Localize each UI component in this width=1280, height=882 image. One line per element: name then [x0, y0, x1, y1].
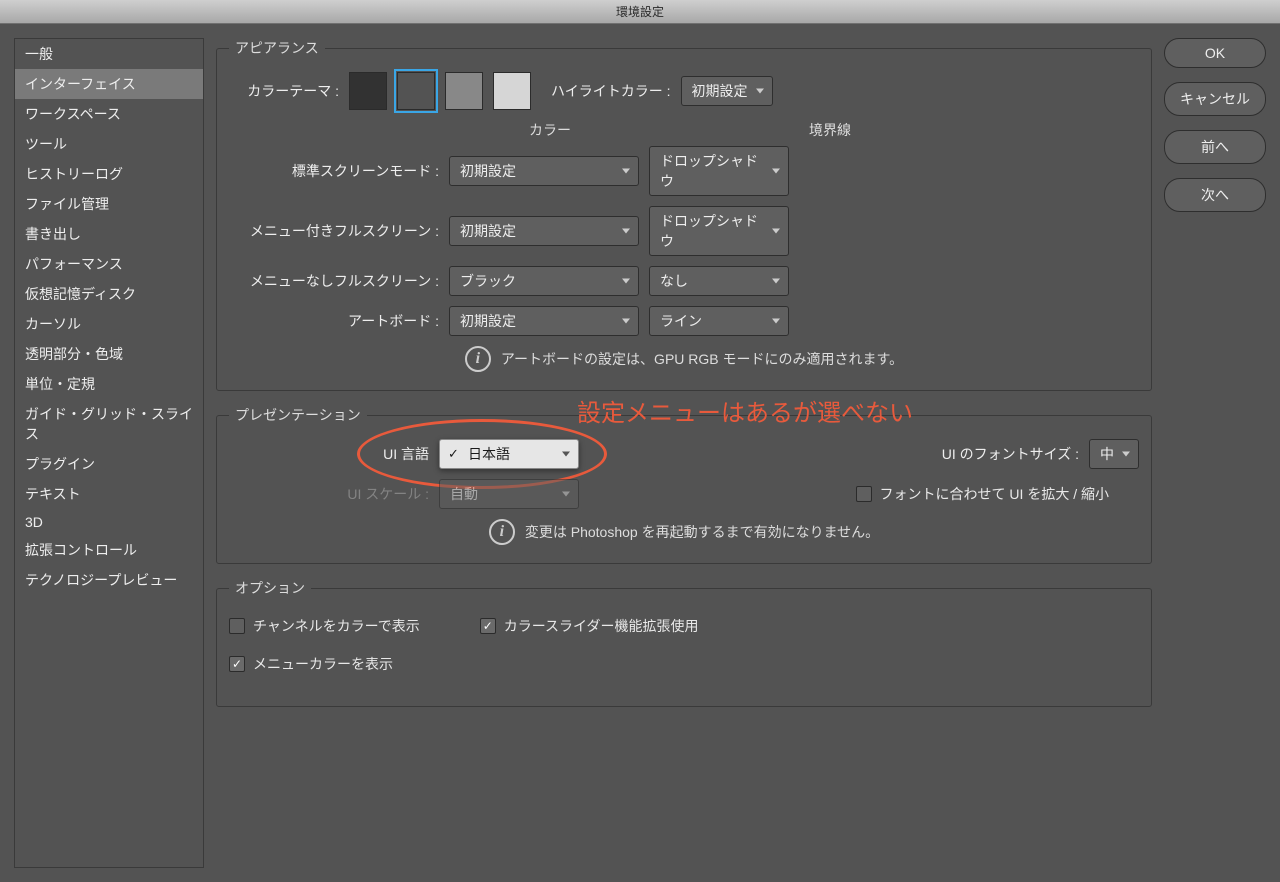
sidebar-item[interactable]: インターフェイス	[15, 69, 203, 99]
screen-mode-border-select[interactable]: ドロップシャドウ	[649, 206, 789, 256]
options-group: オプション チャンネルをカラーで表示 カラースライダー機能拡張使用 メニューカラ…	[216, 578, 1152, 707]
category-sidebar: 一般インターフェイスワークスペースツールヒストリーログファイル管理書き出しパフォ…	[14, 38, 204, 868]
color-theme-swatch[interactable]	[445, 72, 483, 110]
screen-mode-border-select[interactable]: ライン	[649, 306, 789, 336]
presentation-group: プレゼンテーション 設定メニューはあるが選べない UI 言語 日本語 UI のフ…	[216, 405, 1152, 564]
channel-color-label: チャンネルをカラーで表示	[253, 616, 420, 636]
screen-mode-label: メニュー付きフルスクリーン :	[229, 221, 439, 241]
highlight-color-select[interactable]: 初期設定	[681, 76, 773, 106]
info-icon: i	[489, 519, 515, 545]
ui-scale-select: 自動	[439, 479, 579, 509]
sidebar-item[interactable]: 仮想記憶ディスク	[15, 279, 203, 309]
sidebar-item[interactable]: 書き出し	[15, 219, 203, 249]
checkbox-icon	[229, 618, 245, 634]
sidebar-item[interactable]: ガイド・グリッド・スライス	[15, 399, 203, 449]
screen-mode-border-select[interactable]: ドロップシャドウ	[649, 146, 789, 196]
ui-font-size-label: UI のフォントサイズ :	[942, 444, 1079, 464]
color-slider-checkbox[interactable]: カラースライダー機能拡張使用	[480, 616, 699, 636]
cancel-button[interactable]: キャンセル	[1164, 82, 1266, 116]
info-icon: i	[465, 346, 491, 372]
color-theme-label: カラーテーマ :	[229, 81, 339, 101]
sidebar-item[interactable]: ファイル管理	[15, 189, 203, 219]
sidebar-item[interactable]: 一般	[15, 39, 203, 69]
sidebar-item[interactable]: 単位・定規	[15, 369, 203, 399]
screen-mode-color-select[interactable]: ブラック	[449, 266, 639, 296]
checkbox-icon	[480, 618, 496, 634]
screen-mode-label: メニューなしフルスクリーン :	[229, 271, 439, 291]
screen-mode-color-select[interactable]: 初期設定	[449, 216, 639, 246]
color-theme-swatch[interactable]	[493, 72, 531, 110]
scale-ui-to-font-label: フォントに合わせて UI を拡大 / 縮小	[880, 484, 1109, 504]
sidebar-item[interactable]: カーソル	[15, 309, 203, 339]
window-title: 環境設定	[616, 5, 664, 19]
color-theme-swatch[interactable]	[397, 72, 435, 110]
ui-language-label: UI 言語	[229, 444, 429, 464]
screen-mode-label: 標準スクリーンモード :	[229, 161, 439, 181]
checkbox-icon	[856, 486, 872, 502]
sidebar-item[interactable]: 3D	[15, 509, 203, 535]
restart-info-text: 変更は Photoshop を再起動するまで有効になりません。	[525, 522, 879, 542]
annotation-text: 設定メニューはあるが選べない	[577, 393, 913, 428]
options-legend: オプション	[229, 578, 311, 598]
ok-button[interactable]: OK	[1164, 38, 1266, 68]
sidebar-item[interactable]: テクノロジープレビュー	[15, 565, 203, 595]
checkbox-icon	[229, 656, 245, 672]
column-header-color: カラー	[455, 120, 645, 140]
color-slider-label: カラースライダー機能拡張使用	[504, 616, 699, 636]
sidebar-item[interactable]: ヒストリーログ	[15, 159, 203, 189]
presentation-legend: プレゼンテーション	[229, 405, 367, 425]
ui-scale-label: UI スケール :	[229, 484, 429, 504]
sidebar-item[interactable]: ツール	[15, 129, 203, 159]
screen-mode-border-select[interactable]: なし	[649, 266, 789, 296]
sidebar-item[interactable]: ワークスペース	[15, 99, 203, 129]
next-button[interactable]: 次へ	[1164, 178, 1266, 212]
color-theme-swatch[interactable]	[349, 72, 387, 110]
menu-color-label: メニューカラーを表示	[253, 654, 393, 674]
menu-color-checkbox[interactable]: メニューカラーを表示	[229, 654, 393, 674]
appearance-group: アピアランス カラーテーマ : ハイライトカラー : 初期設定 カラー 境界線 …	[216, 38, 1152, 391]
column-header-border: 境界線	[760, 120, 900, 140]
scale-ui-to-font-checkbox[interactable]: フォントに合わせて UI を拡大 / 縮小	[856, 484, 1109, 504]
sidebar-item[interactable]: 拡張コントロール	[15, 535, 203, 565]
appearance-legend: アピアランス	[229, 38, 325, 58]
prev-button[interactable]: 前へ	[1164, 130, 1266, 164]
highlight-color-label: ハイライトカラー :	[551, 81, 671, 101]
ui-font-size-select[interactable]: 中	[1089, 439, 1139, 469]
title-bar: 環境設定	[0, 0, 1280, 24]
ui-language-select[interactable]: 日本語	[439, 439, 579, 469]
screen-mode-color-select[interactable]: 初期設定	[449, 156, 639, 186]
sidebar-item[interactable]: 透明部分・色域	[15, 339, 203, 369]
screen-mode-label: アートボード :	[229, 311, 439, 331]
channel-color-checkbox[interactable]: チャンネルをカラーで表示	[229, 616, 420, 636]
artboard-info-text: アートボードの設定は、GPU RGB モードにのみ適用されます。	[501, 349, 903, 369]
sidebar-item[interactable]: プラグイン	[15, 449, 203, 479]
screen-mode-color-select[interactable]: 初期設定	[449, 306, 639, 336]
sidebar-item[interactable]: テキスト	[15, 479, 203, 509]
sidebar-item[interactable]: パフォーマンス	[15, 249, 203, 279]
